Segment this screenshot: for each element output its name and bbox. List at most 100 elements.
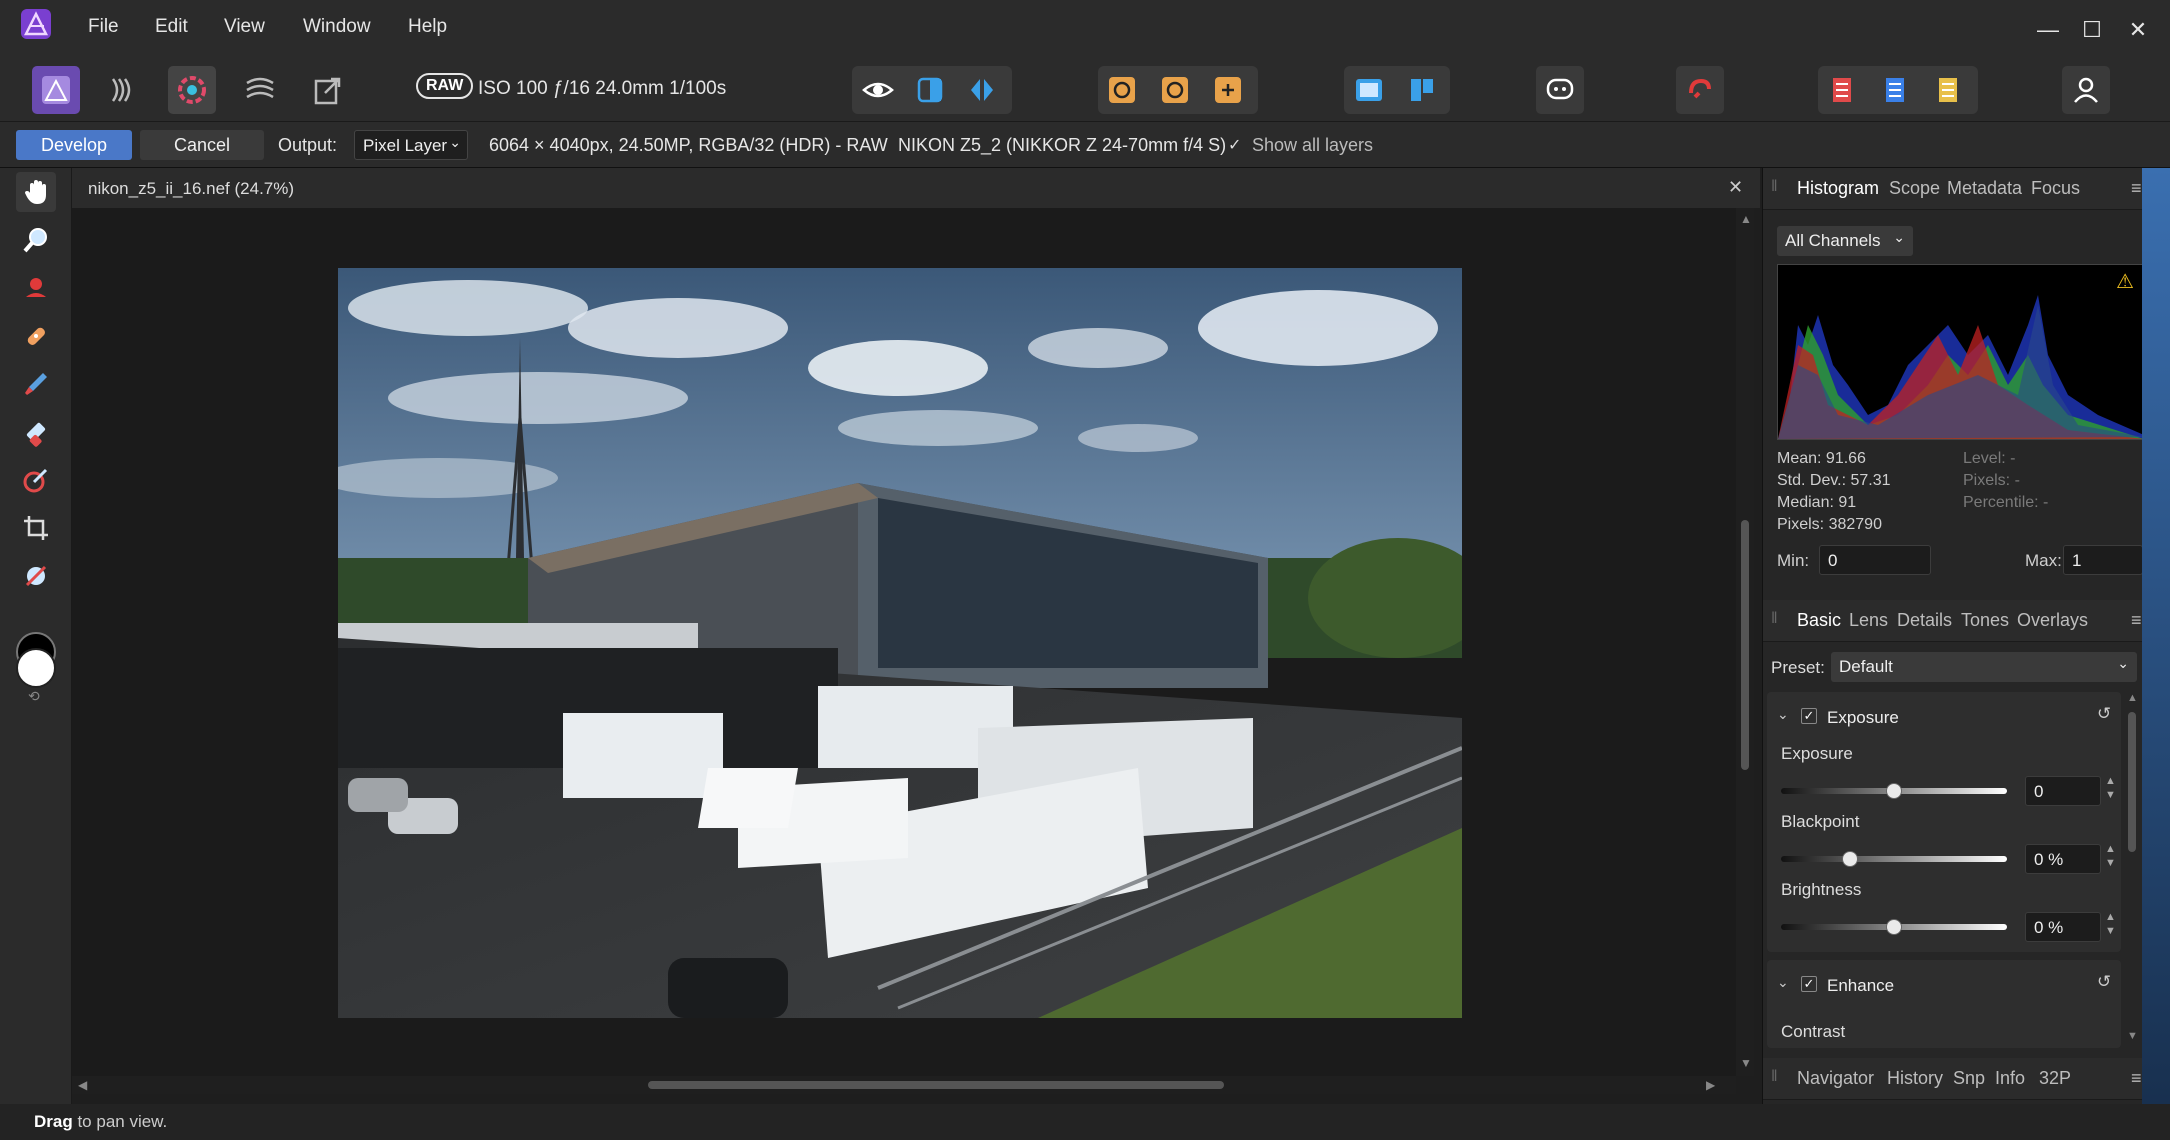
tab-tones[interactable]: Tones <box>1961 610 2009 631</box>
exposure-slider-knob[interactable] <box>1886 783 1902 799</box>
min-input[interactable]: 0 <box>1819 545 1931 575</box>
horizontal-scroll-thumb[interactable] <box>648 1081 1224 1089</box>
tab-navigator[interactable]: Navigator <box>1797 1068 1874 1089</box>
document-tab[interactable]: nikon_z5_ii_16.nef (24.7%) ✕ <box>72 168 1760 208</box>
vertical-scrollbar[interactable]: ▲ ▼ <box>1736 208 1754 1076</box>
liquify-persona-button[interactable] <box>100 66 148 114</box>
close-window-button[interactable]: ✕ <box>2118 10 2158 50</box>
blackpoint-slider[interactable] <box>1781 856 2007 862</box>
channel-select[interactable]: All Channels ⌄ <box>1777 226 1913 256</box>
secondary-color-swatch[interactable] <box>16 648 56 688</box>
tab-snapshots[interactable]: Snp <box>1953 1068 1985 1089</box>
panel-menu-icon[interactable]: ≡ <box>2131 178 2142 199</box>
develop-button[interactable]: Develop <box>16 130 132 160</box>
minimize-button[interactable]: — <box>2028 10 2068 50</box>
zoom-tool-icon[interactable] <box>16 220 56 260</box>
highlights-clipping-icon[interactable] <box>1818 66 1866 114</box>
tab-history[interactable]: History <box>1887 1068 1943 1089</box>
scroll-down-arrow-icon[interactable]: ▼ <box>2127 1030 2138 1042</box>
tab-metadata[interactable]: Metadata <box>1947 178 2022 199</box>
menu-file[interactable]: File <box>88 16 119 38</box>
blackpoint-value[interactable]: 0 % <box>2025 844 2101 874</box>
rotate-left-icon[interactable] <box>1098 66 1146 114</box>
warning-triangle-icon[interactable]: ⚠ <box>2116 269 2134 294</box>
output-select[interactable]: Pixel Layer ⌄ <box>354 130 468 160</box>
tab-details[interactable]: Details <box>1897 610 1952 631</box>
show-all-layers-checkbox[interactable]: ✓ <box>1228 135 1241 155</box>
exposure-stepper-icon[interactable]: ▲ ▼ <box>2105 774 2116 802</box>
shadows-clipping-icon[interactable] <box>1871 66 1919 114</box>
scroll-left-arrow-icon[interactable]: ◀ <box>78 1078 87 1092</box>
preset-select[interactable]: Default ⌄ <box>1831 652 2137 682</box>
vertical-scroll-thumb[interactable] <box>1741 520 1749 770</box>
develop-persona-button[interactable] <box>168 66 216 114</box>
swap-colors-icon[interactable]: ⟲ <box>28 688 40 705</box>
crop-tool-icon[interactable] <box>16 508 56 548</box>
panel-menu-icon[interactable]: ≡ <box>2131 610 2142 631</box>
tab-basic[interactable]: Basic <box>1797 610 1841 631</box>
export-persona-button[interactable] <box>304 66 352 114</box>
brightness-slider-knob[interactable] <box>1886 919 1902 935</box>
horizontal-scrollbar[interactable]: ◀ ▶ <box>72 1076 1736 1094</box>
scroll-right-arrow-icon[interactable]: ▶ <box>1706 1078 1715 1092</box>
blemish-removal-tool-icon[interactable] <box>16 316 56 356</box>
panel-grip-icon[interactable]: ‖ <box>1771 178 1778 196</box>
raw-photo[interactable] <box>338 268 1462 1018</box>
develop-assistant-icon[interactable] <box>1345 66 1393 114</box>
max-input[interactable]: 1 <box>2063 545 2143 575</box>
overlay-paint-tool-icon[interactable] <box>16 364 56 404</box>
reset-icon[interactable]: ↺ <box>2097 972 2111 992</box>
mirror-view-icon[interactable] <box>958 66 1006 114</box>
collapse-chevron-icon[interactable]: ⌄ <box>1777 706 1789 723</box>
panel-menu-icon[interactable]: ≡ <box>2131 1068 2142 1089</box>
exposure-enable-checkbox[interactable]: ✓ <box>1801 708 1817 724</box>
snapshot-icon[interactable] <box>1398 66 1446 114</box>
panel-grip-icon[interactable]: ‖ <box>1771 1068 1778 1086</box>
red-eye-tool-icon[interactable] <box>16 268 56 308</box>
menu-window[interactable]: Window <box>303 16 371 38</box>
develop-panel-scrollbar[interactable]: ▲ ▼ <box>2125 692 2139 1048</box>
scroll-down-arrow-icon[interactable]: ▼ <box>1740 1056 1752 1070</box>
enhance-enable-checkbox[interactable]: ✓ <box>1801 976 1817 992</box>
close-document-icon[interactable]: ✕ <box>1728 177 1743 198</box>
blackpoint-stepper-icon[interactable]: ▲ ▼ <box>2105 842 2116 870</box>
user-account-icon[interactable] <box>2062 66 2110 114</box>
reset-icon[interactable]: ↺ <box>2097 704 2111 724</box>
menu-edit[interactable]: Edit <box>155 16 188 38</box>
brightness-value[interactable]: 0 % <box>2025 912 2101 942</box>
scroll-up-arrow-icon[interactable]: ▲ <box>2127 692 2138 704</box>
tab-info[interactable]: Info <box>1995 1068 2025 1089</box>
eye-icon[interactable] <box>854 66 902 114</box>
white-balance-tool-icon[interactable] <box>16 556 56 596</box>
split-view-icon[interactable] <box>906 66 954 114</box>
exposure-value[interactable]: 0 <box>2025 776 2101 806</box>
tab-scope[interactable]: Scope <box>1889 178 1940 199</box>
tab-overlays[interactable]: Overlays <box>2017 610 2088 631</box>
tab-focus[interactable]: Focus <box>2031 178 2080 199</box>
menu-view[interactable]: View <box>224 16 265 38</box>
tab-32p[interactable]: 32P <box>2039 1068 2071 1089</box>
tab-lens[interactable]: Lens <box>1849 610 1888 631</box>
collapse-chevron-icon[interactable]: ⌄ <box>1777 974 1789 991</box>
tone-mapping-persona-button[interactable] <box>236 66 284 114</box>
scroll-up-arrow-icon[interactable]: ▲ <box>1740 212 1752 226</box>
hand-tool-icon[interactable] <box>16 172 56 212</box>
clipping-warning-icon[interactable] <box>1676 66 1724 114</box>
tones-clipping-icon[interactable] <box>1924 66 1972 114</box>
menu-help[interactable]: Help <box>408 16 447 38</box>
comment-icon[interactable] <box>1536 66 1584 114</box>
develop-scroll-thumb[interactable] <box>2128 712 2136 852</box>
photo-persona-button[interactable] <box>32 66 80 114</box>
cancel-button[interactable]: Cancel <box>140 130 264 160</box>
brightness-stepper-icon[interactable]: ▲ ▼ <box>2105 910 2116 938</box>
overlay-erase-tool-icon[interactable] <box>16 412 56 452</box>
rotate-right-icon[interactable] <box>1151 66 1199 114</box>
reset-orientation-icon[interactable] <box>1204 66 1252 114</box>
exif-info: ISO 100 ƒ/16 24.0mm 1/100s <box>478 78 727 99</box>
tab-histogram[interactable]: Histogram <box>1797 178 1879 199</box>
overlay-gradient-tool-icon[interactable] <box>16 460 56 500</box>
maximize-button[interactable]: ☐ <box>2072 10 2112 50</box>
bottom-panel-tabs: ‖ Navigator History Snp Info 32P ≡ <box>1763 1058 2143 1100</box>
blackpoint-slider-knob[interactable] <box>1842 851 1858 867</box>
panel-grip-icon[interactable]: ‖ <box>1771 610 1778 628</box>
